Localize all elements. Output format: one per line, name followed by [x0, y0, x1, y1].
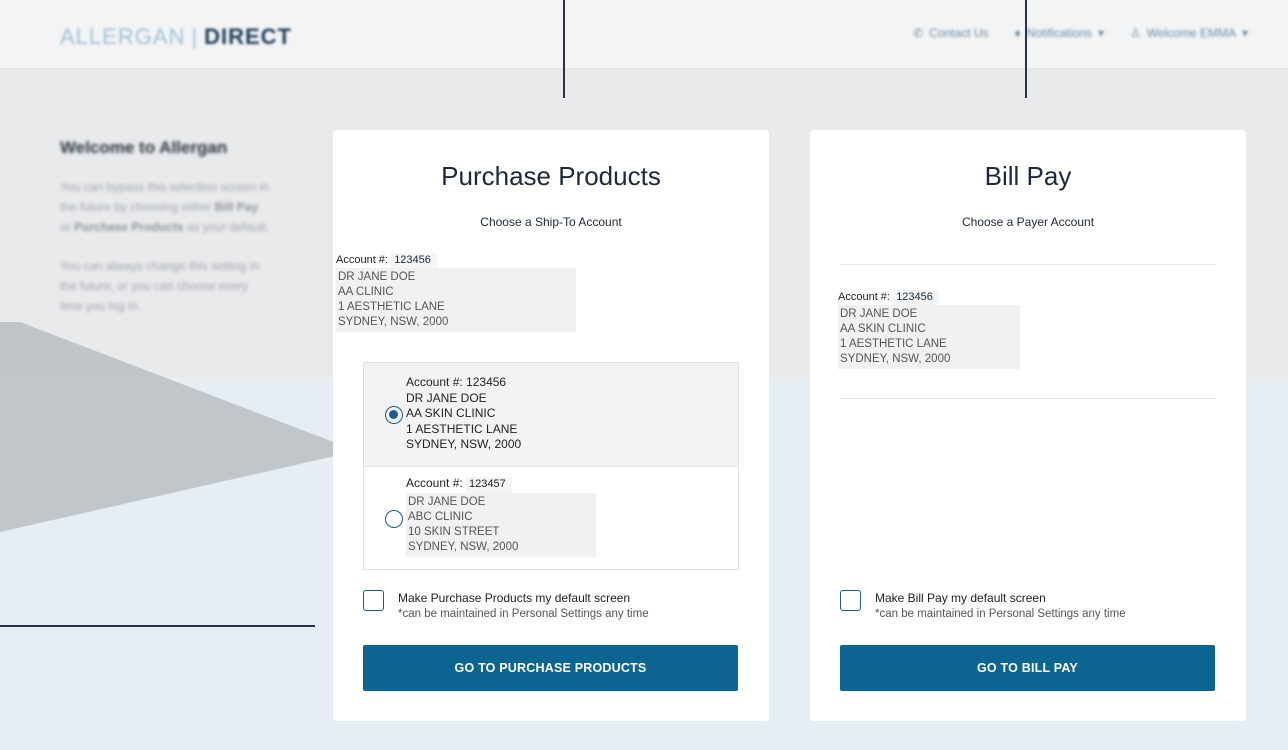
- logo-direct-text: DIRECT: [204, 24, 292, 49]
- ship-to-summary: Account #: 123456 DR JANE DOE AA CLINIC …: [336, 253, 576, 332]
- address-line: AA SKIN CLINIC: [840, 323, 926, 335]
- bell-icon: ♦: [1014, 26, 1021, 40]
- divider: [840, 398, 1216, 399]
- account-label: Account #:: [406, 476, 463, 490]
- address-line: DR JANE DOE: [408, 495, 486, 508]
- sidebar-paragraph-1: You can bypass this selection screen in …: [60, 178, 270, 237]
- sidebar-text: or: [60, 219, 75, 234]
- account-label: Account #:: [406, 375, 463, 389]
- user-icon: ♙: [1130, 26, 1141, 40]
- address-line: 1 AESTHETIC LANE: [338, 301, 445, 313]
- annotation-line: [0, 625, 315, 627]
- address-line: DR JANE DOE: [338, 271, 416, 283]
- top-header: ALLERGAN | DIRECT ✆ Contact Us ♦ Notificat…: [0, 0, 1288, 69]
- account-number: 123456: [466, 375, 507, 389]
- option-details: Account #: 123456 DR JANE DOE AA SKIN CL…: [406, 375, 521, 453]
- address-line: AA SKIN CLINIC: [406, 406, 496, 420]
- sidebar-title: Welcome to Allergan: [60, 138, 228, 157]
- radio-unselected[interactable]: [385, 510, 403, 528]
- logo-brand-text: ALLERGAN: [60, 24, 186, 49]
- sidebar-paragraph-2: You can always change this setting in th…: [60, 259, 260, 313]
- purchase-products-card: Purchase Products Choose a Ship-To Accou…: [333, 130, 769, 721]
- account-label: Account #:: [838, 291, 890, 303]
- go-to-purchase-products-button[interactable]: GO TO PURCHASE PRODUCTS: [363, 645, 738, 691]
- welcome-sidebar: Welcome to Allergan You can bypass this …: [60, 138, 270, 337]
- contact-us-label: Contact Us: [929, 26, 989, 40]
- account-selection-list: Account #: 123456 DR JANE DOE AA SKIN CL…: [363, 362, 739, 570]
- welcome-menu[interactable]: ♙ Welcome EMMA ▾: [1130, 26, 1248, 40]
- option-details: Account #: 123457 DR JANE DOE ABC CLINIC…: [406, 476, 596, 557]
- default-screen-label: Make Purchase Products my default screen: [398, 591, 631, 605]
- annotation-line: [563, 0, 565, 98]
- sidebar-text: as your default.: [183, 219, 269, 234]
- card-subtitle: Choose a Payer Account: [961, 215, 1095, 229]
- welcome-label: Welcome EMMA: [1146, 26, 1236, 40]
- go-to-bill-pay-button[interactable]: GO TO BILL PAY: [840, 645, 1215, 691]
- address-line: SYDNEY, NSW, 2000: [338, 316, 449, 328]
- payer-summary: Account #: 123456 DR JANE DOE AA SKIN CL…: [838, 290, 1020, 369]
- address-line: AA CLINIC: [338, 286, 394, 298]
- address-line: 10 SKIN STREET: [408, 525, 500, 538]
- address-line: SYDNEY, NSW, 2000: [840, 353, 951, 365]
- sidebar-bold-purchase: Purchase Products: [74, 219, 184, 234]
- address-block: DR JANE DOE ABC CLINIC 10 SKIN STREET SY…: [406, 492, 596, 557]
- account-number: 123456: [893, 290, 939, 305]
- contact-us-link[interactable]: ✆ Contact Us: [913, 26, 988, 40]
- bill-pay-card: Bill Pay Choose a Payer Account Account …: [810, 130, 1246, 721]
- default-screen-checkbox[interactable]: [840, 590, 861, 611]
- address-block: DR JANE DOE AA SKIN CLINIC 1 AESTHETIC L…: [838, 305, 1020, 369]
- account-number: 123457: [466, 477, 512, 493]
- notifications-label: Notifications: [1026, 26, 1093, 40]
- address-line: SYDNEY, NSW, 2000: [406, 437, 522, 451]
- card-subtitle: Choose a Ship-To Account: [480, 215, 622, 229]
- address-line: ABC CLINIC: [408, 510, 473, 523]
- card-title: Purchase Products: [441, 161, 661, 191]
- account-option[interactable]: Account #: 123456 DR JANE DOE AA SKIN CL…: [364, 363, 738, 467]
- account-option[interactable]: Account #: 123457 DR JANE DOE ABC CLINIC…: [364, 467, 738, 569]
- card-title: Bill Pay: [984, 161, 1072, 191]
- default-screen-note: *can be maintained in Personal Settings …: [398, 608, 649, 620]
- address-line: SYDNEY, NSW, 2000: [408, 540, 519, 553]
- account-number: 123456: [391, 253, 437, 268]
- notifications-menu[interactable]: ♦ Notifications ▾: [1015, 26, 1105, 40]
- default-screen-note: *can be maintained in Personal Settings …: [875, 608, 1126, 620]
- address-line: 1 AESTHETIC LANE: [840, 338, 947, 350]
- address-line: DR JANE DOE: [406, 390, 487, 405]
- address-line: 1 AESTHETIC LANE: [406, 421, 518, 436]
- default-screen-checkbox[interactable]: [363, 590, 384, 611]
- logo-separator: |: [191, 24, 199, 49]
- divider: [840, 264, 1216, 265]
- brand-logo[interactable]: ALLERGAN | DIRECT: [60, 24, 292, 50]
- header-nav: ✆ Contact Us ♦ Notifications ▾ ♙ Welcome…: [913, 26, 1248, 40]
- annotation-line: [1025, 0, 1027, 98]
- radio-selected[interactable]: [385, 406, 403, 424]
- account-label: Account #:: [336, 254, 388, 266]
- chevron-down-icon: ▾: [1098, 26, 1105, 40]
- default-screen-label: Make Bill Pay my default screen: [875, 591, 1046, 605]
- address-block: DR JANE DOE AA CLINIC 1 AESTHETIC LANE S…: [336, 268, 576, 332]
- address-line: DR JANE DOE: [840, 308, 918, 320]
- phone-icon: ✆: [913, 26, 924, 40]
- sidebar-bold-billpay: Bill Pay: [214, 199, 259, 214]
- chevron-down-icon: ▾: [1241, 26, 1248, 40]
